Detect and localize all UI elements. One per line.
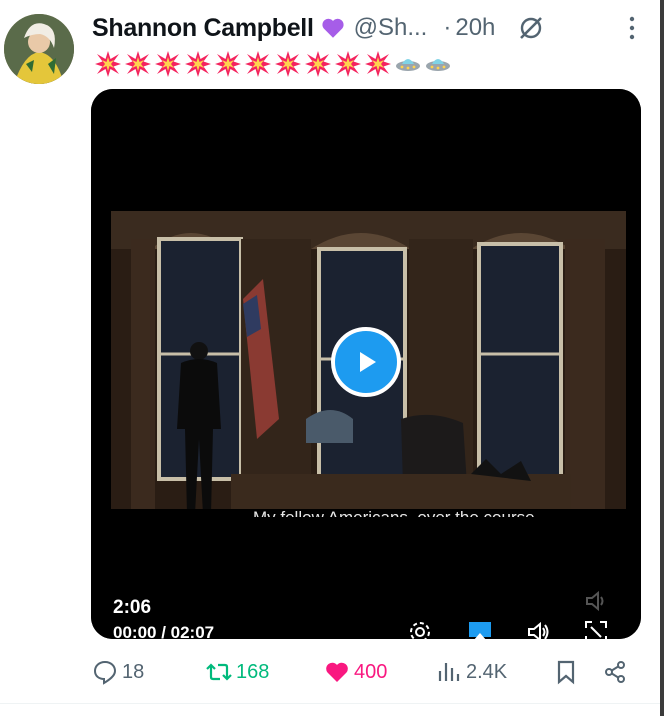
grok-icon[interactable] (517, 14, 545, 42)
purple-heart-icon (322, 18, 344, 38)
like-count: 400 (354, 660, 388, 683)
like-icon (326, 662, 348, 682)
collision-emoji-icon (275, 51, 301, 77)
collision-emoji-icon (155, 51, 181, 77)
post-text-emojis (94, 50, 452, 78)
more-icon[interactable] (628, 14, 636, 42)
reply-icon (93, 660, 117, 685)
repost-icon (206, 663, 232, 681)
author-name[interactable]: Shannon Campbell (92, 14, 314, 43)
views-button[interactable]: 2.4K (436, 650, 507, 694)
repost-count: 168 (236, 660, 270, 683)
bookmark-icon (557, 660, 575, 685)
post-time[interactable]: 20h (455, 14, 495, 42)
avatar[interactable] (4, 14, 74, 84)
window-edge (660, 0, 664, 716)
post-divider (0, 703, 664, 704)
collision-emoji-icon (305, 51, 331, 77)
repost-button[interactable]: 168 (206, 650, 269, 694)
share-icon (605, 661, 625, 683)
play-icon (360, 352, 376, 372)
separator-dot: · (443, 14, 452, 41)
reply-count: 18 (122, 660, 145, 683)
video-subtitle: My fellow Americans, over the course (253, 507, 633, 517)
volume-icon[interactable] (525, 619, 551, 639)
bookmark-button[interactable] (553, 650, 579, 694)
volume-icon (586, 590, 604, 612)
share-button[interactable] (602, 650, 628, 694)
like-button[interactable]: 400 (324, 650, 387, 694)
play-button[interactable] (331, 327, 401, 397)
collision-emoji-icon (125, 51, 151, 77)
views-count: 2.4K (466, 660, 508, 683)
author-handle[interactable]: @Sh... (354, 14, 428, 42)
action-bar: 18 168 400 2.4K (0, 650, 664, 694)
video-player[interactable]: My fellow Americans, over the course 2:0… (91, 89, 641, 639)
views-icon (438, 663, 460, 681)
collision-emoji-icon (215, 51, 241, 77)
settings-icon[interactable] (407, 619, 433, 639)
fullscreen-icon[interactable] (583, 619, 609, 639)
collision-emoji-icon (365, 51, 391, 77)
post-header: Shannon Campbell @Sh... · 20h (92, 10, 644, 46)
collision-emoji-icon (335, 51, 361, 77)
collision-emoji-icon (95, 51, 121, 77)
flying-saucer-emoji-icon (396, 59, 420, 71)
video-duration: 2:06 (113, 597, 152, 618)
collision-emoji-icon (185, 51, 211, 77)
reply-button[interactable]: 18 (92, 650, 144, 694)
flying-saucer-emoji-icon (426, 59, 450, 71)
collision-emoji-icon (245, 51, 271, 77)
video-timecode: 00:00 / 02:07 (113, 623, 215, 639)
airplay-icon[interactable] (467, 619, 493, 639)
